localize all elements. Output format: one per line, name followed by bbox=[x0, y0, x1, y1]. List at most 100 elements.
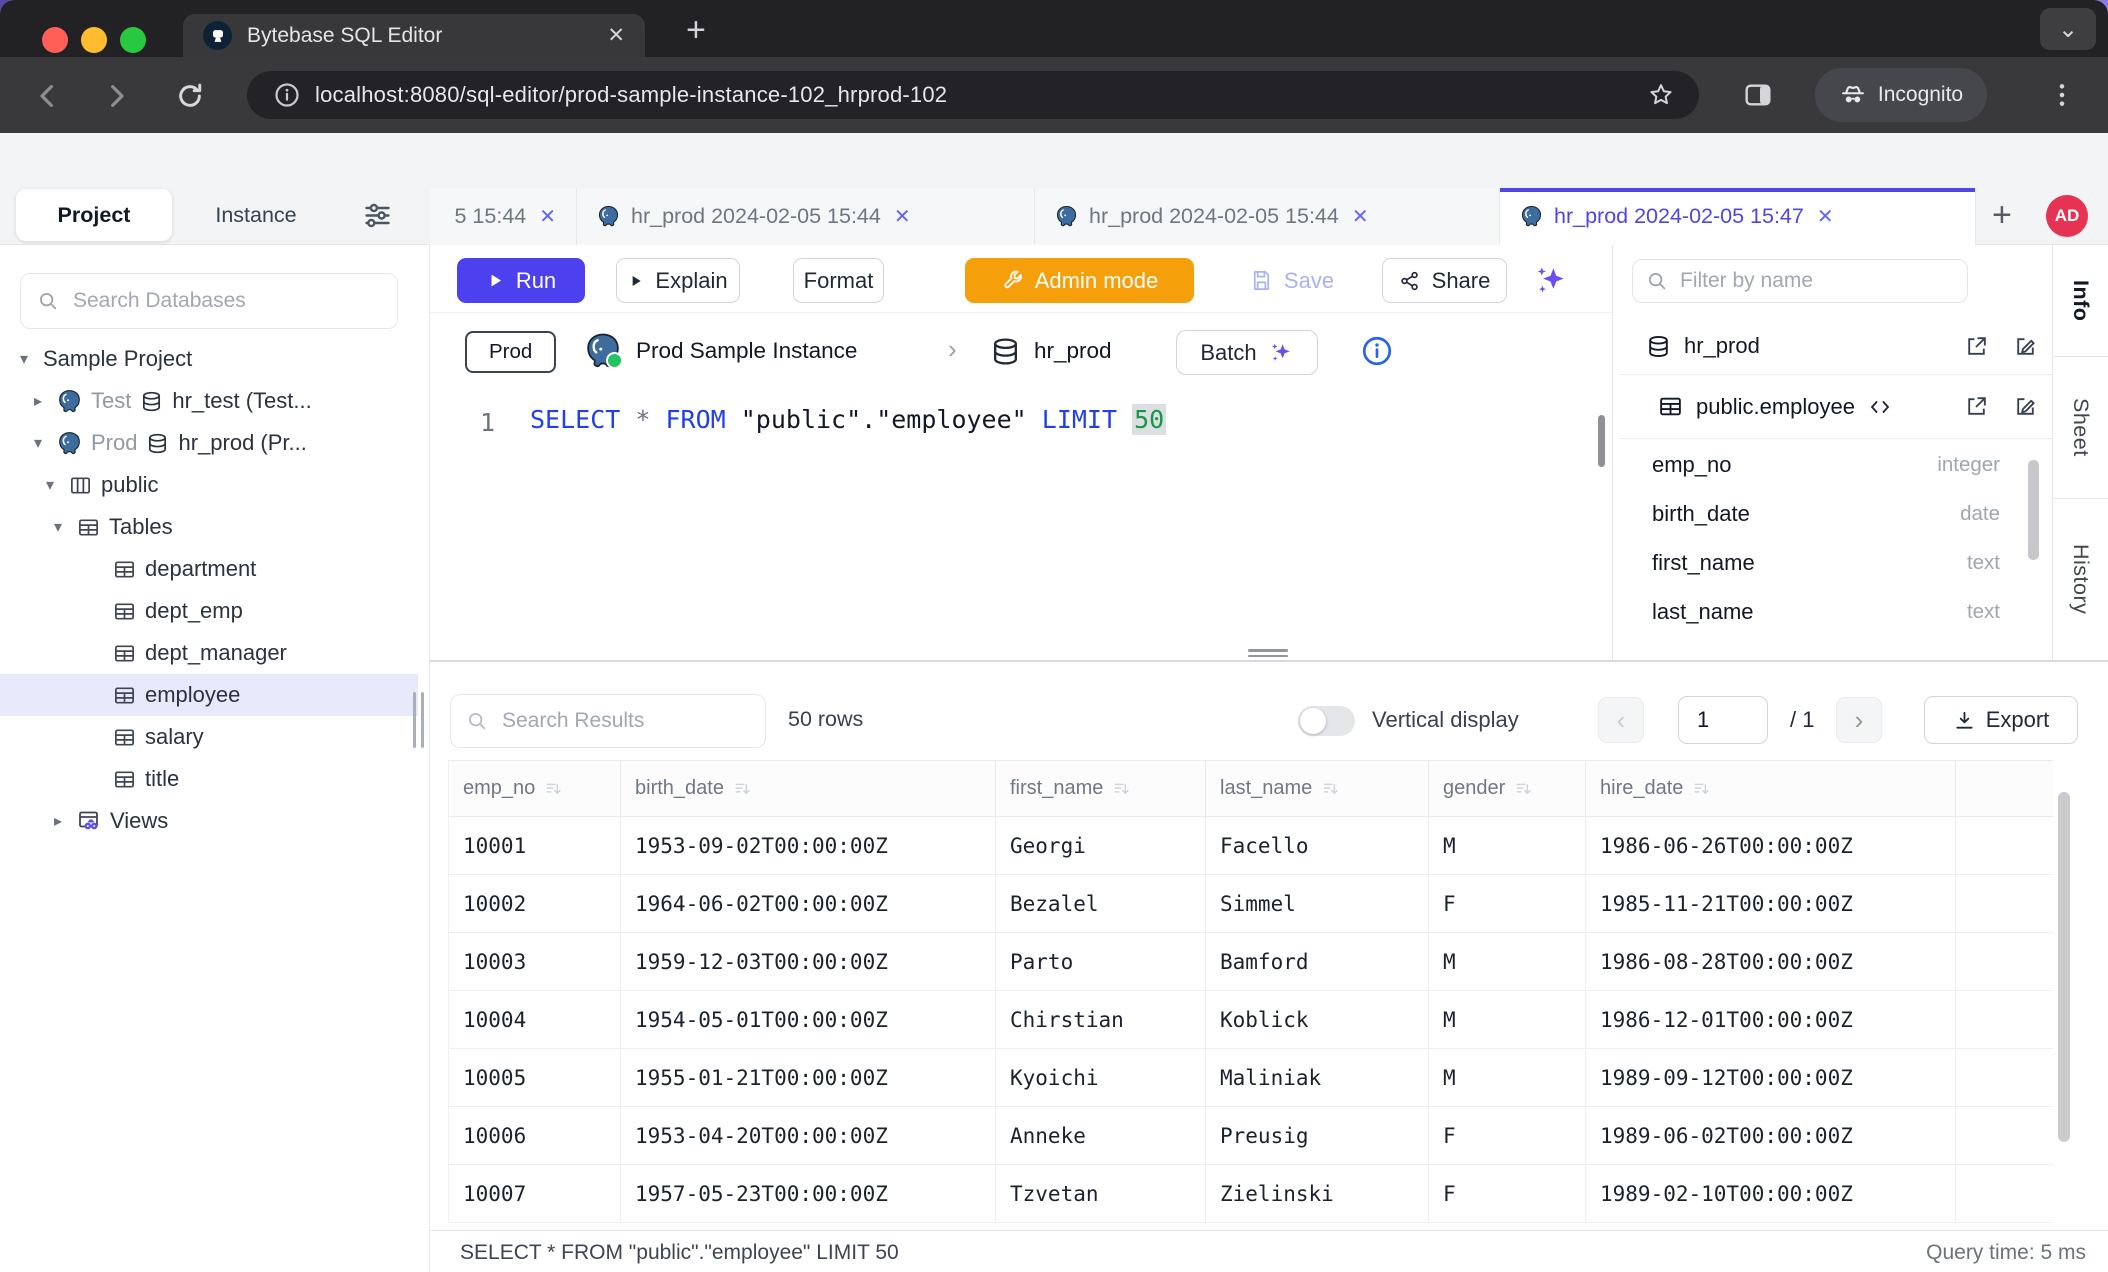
column-header[interactable]: emp_no bbox=[449, 761, 621, 817]
table-row[interactable]: 100071957-05-23T00:00:00ZTzvetanZielinsk… bbox=[449, 1165, 2053, 1223]
close-tab-icon[interactable]: ✕ bbox=[894, 204, 911, 229]
page-number-input[interactable] bbox=[1678, 696, 1768, 744]
edit-icon[interactable] bbox=[2013, 394, 2038, 419]
side-tab-sheet[interactable]: Sheet bbox=[2053, 357, 2108, 499]
table-row[interactable]: 100061953-04-20T00:00:00ZAnnekePreusigF1… bbox=[449, 1107, 2053, 1165]
browser-menu-icon[interactable] bbox=[2046, 79, 2078, 111]
tree-item-hr_testtest[interactable]: ▸Testhr_test (Test... bbox=[0, 380, 418, 422]
minimize-window-button[interactable] bbox=[81, 27, 107, 53]
tree-item-public[interactable]: ▾public bbox=[0, 464, 418, 506]
browser-window: Bytebase SQL Editor ✕ + ⌄ localhost:8080… bbox=[0, 0, 2108, 1272]
url-bar[interactable]: localhost:8080/sql-editor/prod-sample-in… bbox=[247, 71, 1699, 119]
format-button[interactable]: Format bbox=[793, 258, 884, 303]
table-row[interactable]: 100011953-09-02T00:00:00ZGeorgiFacelloM1… bbox=[449, 817, 2053, 875]
ai-sparkle-icon[interactable] bbox=[1532, 262, 1570, 300]
worksheet-tab[interactable]: 5 15:44✕ bbox=[430, 188, 577, 245]
schema-table-name: public.employee bbox=[1696, 394, 1855, 420]
new-worksheet-button[interactable]: + bbox=[1992, 196, 2012, 235]
side-tab-info[interactable]: Info bbox=[2053, 245, 2108, 357]
sidebar-tab-project[interactable]: Project bbox=[16, 189, 172, 241]
instance-name[interactable]: Prod Sample Instance bbox=[636, 338, 857, 364]
admin-mode-button[interactable]: Admin mode bbox=[965, 258, 1194, 303]
database-search[interactable] bbox=[20, 273, 398, 329]
schema-column-row[interactable]: emp_nointeger bbox=[1620, 440, 2020, 489]
tree-item-title[interactable]: title bbox=[0, 758, 418, 800]
tab-overview-chevron-button[interactable]: ⌄ bbox=[2040, 8, 2096, 50]
tree-item-sampleproject[interactable]: ▾Sample Project bbox=[0, 338, 418, 380]
sidebar-tab-instance[interactable]: Instance bbox=[196, 189, 316, 241]
save-button[interactable]: Save bbox=[1240, 258, 1344, 303]
worksheet-tab[interactable]: hr_prod 2024-02-05 15:44✕ bbox=[577, 188, 1035, 245]
column-header[interactable]: gender bbox=[1429, 761, 1586, 817]
column-header[interactable]: last_name bbox=[1206, 761, 1429, 817]
explain-button[interactable]: Explain bbox=[616, 258, 740, 303]
schema-column-row[interactable]: first_nametext bbox=[1620, 538, 2020, 587]
close-window-button[interactable] bbox=[42, 27, 68, 53]
tree-item-dept_manager[interactable]: dept_manager bbox=[0, 632, 418, 674]
new-browser-tab-button[interactable]: + bbox=[686, 11, 706, 50]
tree-item-views[interactable]: ▸Views bbox=[0, 800, 418, 842]
close-browser-tab-icon[interactable]: ✕ bbox=[607, 23, 625, 48]
tree-item-dept_emp[interactable]: dept_emp bbox=[0, 590, 418, 632]
table-row[interactable]: 100031959-12-03T00:00:00ZPartoBamfordM19… bbox=[449, 933, 2053, 991]
schema-table-row[interactable]: public.employee bbox=[1620, 375, 2052, 438]
results-scrollbar[interactable] bbox=[2058, 792, 2070, 1142]
table-cell: 1989-02-10T00:00:00Z bbox=[1586, 1165, 1956, 1223]
sidebar-settings-sliders-icon[interactable] bbox=[362, 200, 393, 231]
close-tab-icon[interactable]: ✕ bbox=[1352, 204, 1369, 229]
column-header[interactable]: first_name bbox=[996, 761, 1206, 817]
column-header[interactable]: birth_date bbox=[621, 761, 996, 817]
edit-icon[interactable] bbox=[2013, 334, 2038, 359]
schema-column-row[interactable]: birth_datedate bbox=[1620, 489, 2020, 538]
avatar[interactable]: AD bbox=[2046, 195, 2088, 237]
panel-resize-handle[interactable] bbox=[1248, 648, 1288, 658]
results-search[interactable] bbox=[450, 694, 766, 748]
table-row[interactable]: 100051955-01-21T00:00:00ZKyoichiMaliniak… bbox=[449, 1049, 2053, 1107]
code-icon[interactable] bbox=[1868, 395, 1892, 419]
editor-scrollbar[interactable] bbox=[1598, 415, 1605, 467]
tree-item-tables[interactable]: ▾Tables bbox=[0, 506, 418, 548]
schema-database-row[interactable]: hr_prod bbox=[1620, 318, 2052, 374]
side-panel-icon[interactable] bbox=[1742, 79, 1774, 111]
share-button[interactable]: Share bbox=[1382, 258, 1507, 303]
run-button[interactable]: Run bbox=[457, 258, 585, 303]
tree-item-hr_prodpr[interactable]: ▾Prodhr_prod (Pr... bbox=[0, 422, 418, 464]
bookmark-star-icon[interactable] bbox=[1647, 81, 1675, 109]
info-icon[interactable] bbox=[1360, 334, 1394, 368]
maximize-window-button[interactable] bbox=[120, 27, 146, 53]
next-page-button[interactable]: › bbox=[1836, 697, 1882, 743]
schema-scrollbar[interactable] bbox=[2028, 460, 2039, 560]
browser-tab[interactable]: Bytebase SQL Editor ✕ bbox=[183, 14, 645, 57]
site-info-icon[interactable] bbox=[273, 81, 301, 109]
column-header[interactable]: hire_date bbox=[1586, 761, 1956, 817]
batch-button[interactable]: Batch bbox=[1176, 330, 1318, 375]
table-row[interactable]: 100041954-05-01T00:00:00ZChirstianKoblic… bbox=[449, 991, 2053, 1049]
close-tab-icon[interactable]: ✕ bbox=[539, 204, 556, 229]
results-search-input[interactable] bbox=[500, 708, 750, 734]
prev-page-button[interactable]: ‹ bbox=[1598, 697, 1644, 743]
database-name[interactable]: hr_prod bbox=[1034, 338, 1112, 364]
side-tab-history[interactable]: History bbox=[2053, 499, 2108, 659]
external-link-icon[interactable] bbox=[1964, 334, 1989, 359]
back-icon[interactable] bbox=[32, 80, 64, 112]
tree-item-employee[interactable]: employee bbox=[0, 674, 418, 716]
sidebar-resize-handle[interactable] bbox=[413, 692, 425, 748]
schema-filter-input[interactable] bbox=[1678, 268, 1954, 294]
tree-item-salary[interactable]: salary bbox=[0, 716, 418, 758]
reload-icon[interactable] bbox=[174, 80, 206, 112]
worksheet-tab[interactable]: hr_prod 2024-02-05 15:44✕ bbox=[1035, 188, 1500, 245]
sql-editor-line[interactable]: SELECT * FROM "public"."employee" LIMIT … bbox=[530, 405, 1166, 434]
table-row[interactable]: 100021964-06-02T00:00:00ZBezalelSimmelF1… bbox=[449, 875, 2053, 933]
schema-column-row[interactable]: last_nametext bbox=[1620, 587, 2020, 636]
schema-filter[interactable] bbox=[1632, 259, 1968, 303]
export-button[interactable]: Export bbox=[1924, 696, 2078, 744]
database-search-input[interactable] bbox=[71, 288, 381, 314]
forward-icon[interactable] bbox=[100, 80, 132, 112]
table-cell: 1955-01-21T00:00:00Z bbox=[621, 1049, 996, 1107]
results-table: emp_nobirth_datefirst_namelast_namegende… bbox=[448, 760, 2053, 1223]
vertical-display-toggle[interactable] bbox=[1298, 706, 1355, 736]
tree-item-department[interactable]: department bbox=[0, 548, 418, 590]
external-link-icon[interactable] bbox=[1964, 394, 1989, 419]
worksheet-tab[interactable]: hr_prod 2024-02-05 15:47✕ bbox=[1500, 188, 1976, 245]
close-tab-icon[interactable]: ✕ bbox=[1817, 204, 1834, 229]
